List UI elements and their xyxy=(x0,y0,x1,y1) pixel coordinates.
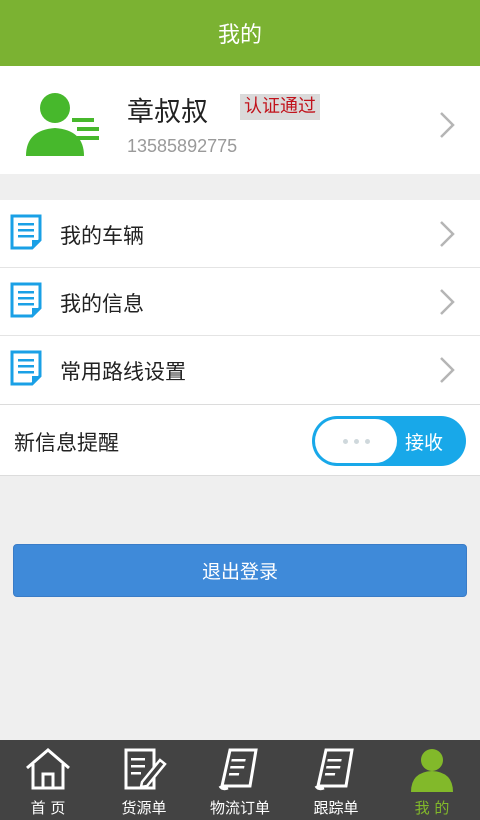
menu-item-route-settings[interactable]: 常用路线设置 xyxy=(0,336,480,404)
notification-row: 新信息提醒 接收 xyxy=(0,404,480,476)
menu-list: 我的车辆 我的信息 常用路线设置 xyxy=(0,200,480,404)
bottom-tab-bar: 首 页 货源单 物流订单 跟踪单 我 的 xyxy=(0,740,480,820)
edit-document-icon xyxy=(124,748,167,790)
logout-button[interactable]: 退出登录 xyxy=(13,544,467,597)
notification-label: 新信息提醒 xyxy=(14,431,119,455)
knob-dot xyxy=(353,438,359,444)
tab-label: 我 的 xyxy=(414,799,450,817)
tab-label: 货源单 xyxy=(121,799,167,817)
user-avatar-icon xyxy=(26,93,99,156)
tab-tracking[interactable]: 跟踪单 xyxy=(288,740,384,820)
chevron-right-icon xyxy=(440,357,455,383)
tab-label: 跟踪单 xyxy=(313,799,359,817)
user-name: 章叔叔 xyxy=(127,97,208,128)
tracking-scroll-icon xyxy=(314,748,354,791)
order-scroll-icon xyxy=(218,748,258,791)
verified-badge: 认证通过 xyxy=(240,94,320,120)
chevron-right-icon xyxy=(440,221,455,247)
tab-label: 首 页 xyxy=(30,799,66,817)
notification-toggle[interactable]: 接收 xyxy=(312,416,466,466)
toggle-state-label: 接收 xyxy=(405,432,444,454)
tab-cargo-orders[interactable]: 货源单 xyxy=(96,740,192,820)
menu-item-my-vehicles[interactable]: 我的车辆 xyxy=(0,200,480,268)
menu-label: 我的车辆 xyxy=(60,224,144,248)
chevron-right-icon xyxy=(440,112,455,138)
person-icon xyxy=(411,749,453,792)
knob-dot xyxy=(364,438,370,444)
header-bar: 我的 xyxy=(0,0,480,66)
chevron-right-icon xyxy=(440,289,455,315)
page-title: 我的 xyxy=(217,23,262,48)
home-icon xyxy=(26,748,70,790)
tab-mine[interactable]: 我 的 xyxy=(384,740,480,820)
tab-label: 物流订单 xyxy=(209,799,270,817)
profile-card[interactable]: 章叔叔 认证通过 13585892775 xyxy=(0,66,480,174)
document-icon xyxy=(10,214,42,250)
tab-logistics-orders[interactable]: 物流订单 xyxy=(192,740,288,820)
document-icon xyxy=(10,350,42,386)
tab-home[interactable]: 首 页 xyxy=(0,740,96,820)
knob-dot xyxy=(342,438,348,444)
menu-label: 我的信息 xyxy=(60,292,144,316)
toggle-knob[interactable] xyxy=(315,419,397,463)
menu-item-my-info[interactable]: 我的信息 xyxy=(0,268,480,336)
document-icon xyxy=(10,282,42,318)
user-phone: 13585892775 xyxy=(127,136,238,156)
menu-label: 常用路线设置 xyxy=(60,360,186,384)
